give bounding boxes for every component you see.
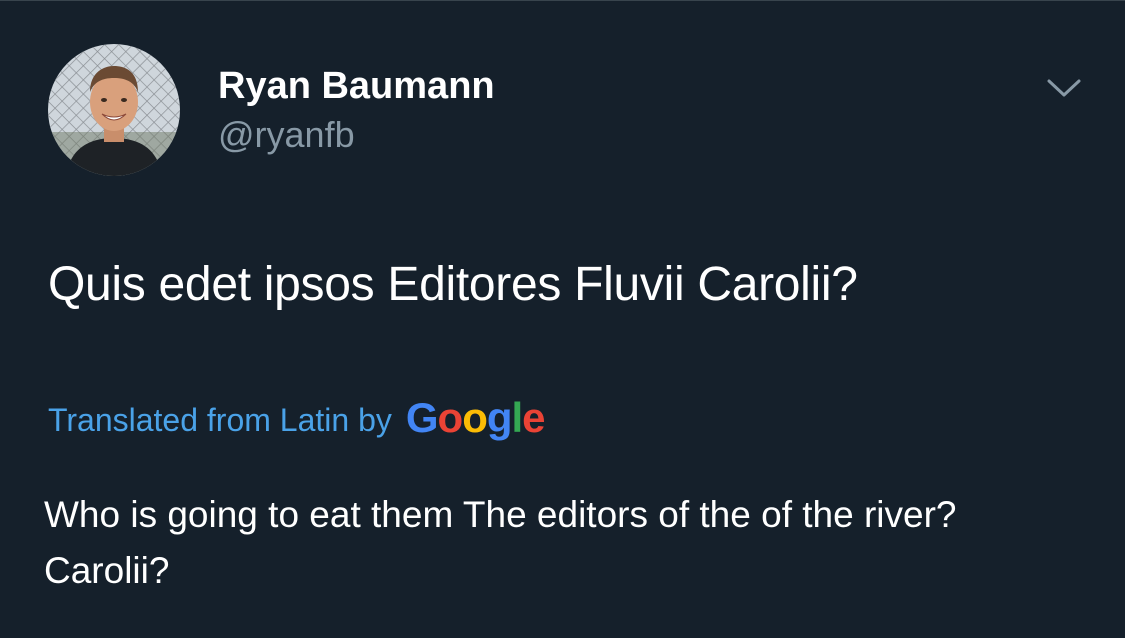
author-display-name[interactable]: Ryan Baumann [218, 63, 495, 109]
translated-from-label: Translated from Latin by [48, 402, 392, 438]
translated-text: Who is going to eat them The editors of … [44, 494, 957, 591]
google-logo: Google [405, 394, 546, 441]
tweet-card: Ryan Baumann @ryanfb Quis edet ipsos Edi… [0, 0, 1125, 638]
chevron-down-icon[interactable] [1043, 71, 1085, 103]
avatar-photo [48, 44, 180, 176]
avatar[interactable] [48, 44, 180, 176]
tweet-text: Quis edet ipsos Editores Fluvii Carolii? [48, 258, 858, 311]
translate-link[interactable]: Translated from Latin by Google [48, 394, 546, 446]
author-handle[interactable]: @ryanfb [218, 113, 355, 157]
